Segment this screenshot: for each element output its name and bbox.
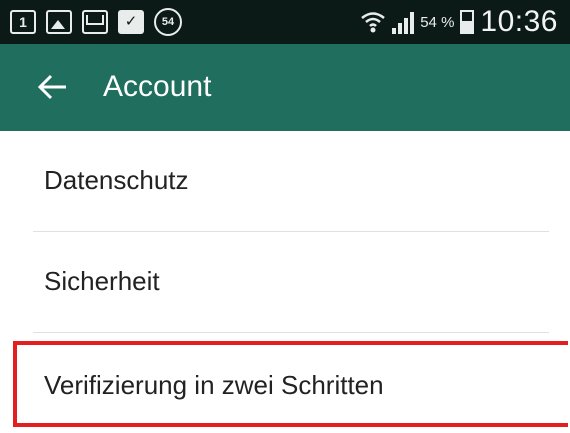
calendar-icon: 1 <box>10 10 36 34</box>
arrow-left-icon[interactable] <box>36 70 70 104</box>
menu-item-two-step-verification[interactable]: Verifizierung in zwei Schritten <box>0 333 570 433</box>
menu-item-datenschutz[interactable]: Datenschutz <box>0 131 570 231</box>
notification-count-icon: 54 <box>154 8 182 36</box>
status-bar: 1 54 54 % 10:36 <box>0 0 570 44</box>
signal-strength-icon <box>392 10 415 34</box>
battery-percent: 54 % <box>420 13 455 31</box>
battery-icon <box>460 10 475 34</box>
menu-item-sicherheit[interactable]: Sicherheit <box>0 232 570 332</box>
menu-item-label: Datenschutz <box>44 165 189 195</box>
gallery-icon <box>46 10 72 34</box>
calendar-icon-number: 1 <box>19 14 27 30</box>
email-icon <box>82 10 108 34</box>
wifi-icon <box>361 12 386 33</box>
clock: 10:36 <box>480 5 558 38</box>
menu-item-label: Verifizierung in zwei Schritten <box>44 370 384 400</box>
page-title: Account <box>103 70 212 103</box>
menu-item-label: Sicherheit <box>44 266 160 296</box>
shopping-bag-icon <box>118 10 144 34</box>
app-bar: Account <box>0 44 570 131</box>
status-indicators: 54 % 10:36 <box>360 0 558 44</box>
notification-icons: 1 54 <box>10 7 182 37</box>
